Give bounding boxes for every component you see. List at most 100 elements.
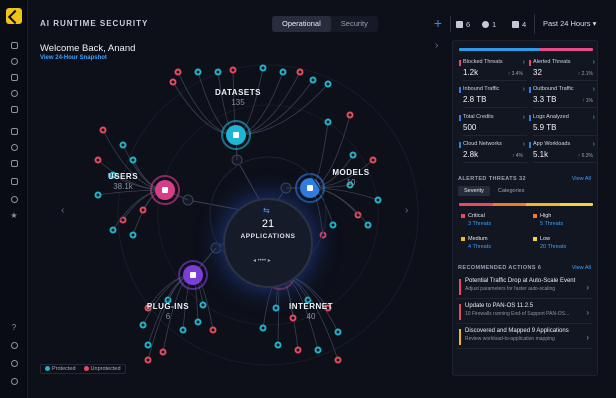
logo-icon[interactable] (6, 8, 22, 24)
metric-card[interactable]: Total Credits 500 › (459, 114, 527, 136)
chevron-right-icon: › (522, 114, 525, 121)
leaf-node-core (96, 193, 100, 197)
info-icon[interactable] (8, 375, 20, 387)
action-title: Update to PAN-OS 11.2.5 (465, 303, 534, 309)
summary-panel: Blocked Threats 1.2k ↑ 3.4% › Alerted Threat… (452, 40, 598, 376)
recommended-view-all-link[interactable]: View All (572, 265, 591, 271)
severity-item[interactable]: High 5 Threats (533, 213, 597, 233)
applications-hub[interactable]: ⇆ 21 APPLICATIONS ◂ •••• ▸ (223, 198, 313, 288)
leaf-node-core (131, 158, 135, 162)
metric-marker (459, 115, 461, 121)
severity-threats-link[interactable]: 3 Threats (468, 221, 525, 227)
shield-counter[interactable]: 4 (512, 16, 526, 32)
metric-card[interactable]: Inbound Traffic 2.8 TB › (459, 86, 527, 108)
shield-icon[interactable] (8, 125, 20, 137)
metric-delta: ↑ 2.1% (577, 71, 593, 77)
metric-card[interactable]: Cloud Networks 2.8k ↑ 4% › (459, 141, 527, 163)
app-window: ★ ? AI RUNTIME SECURITY Operational Secu… (0, 0, 616, 398)
metric-delta: ↑ 4% (511, 153, 523, 159)
metric-card[interactable]: Alerted Threats 32 ↑ 2.1% › (529, 59, 597, 81)
leaf-node-core (281, 70, 285, 74)
metric-card[interactable]: Blocked Threats 1.2k ↑ 3.4% › (459, 59, 527, 81)
settings-icon[interactable] (8, 193, 20, 205)
gear-icon[interactable] (8, 141, 20, 153)
chevron-right-icon[interactable]: › (405, 205, 408, 216)
severity-item[interactable]: Medium 4 Threats (461, 236, 525, 256)
leaf-node-core (348, 113, 352, 117)
leaf-node-core (351, 153, 355, 157)
metric-label: Alerted Threats (533, 59, 571, 65)
metric-card[interactable]: Logs Analyzed 5.9 TB › (529, 114, 597, 136)
help-icon[interactable]: ? (8, 321, 20, 333)
action-subtitle: 10 Firewalls running End-of Support PAN-… (465, 311, 570, 317)
severity-label: Medium (461, 236, 525, 242)
app-title: AI RUNTIME SECURITY (40, 19, 149, 28)
leaf-node-core (181, 328, 185, 332)
metric-label: Inbound Traffic (463, 86, 500, 92)
recommended-action[interactable]: Update to PAN-OS 11.2.5 10 Firewalls runn… (457, 302, 593, 324)
group-glyph (307, 185, 313, 191)
leaf-node-core (376, 198, 380, 202)
leaf-node-core (326, 82, 330, 86)
metric-label: Blocked Threats (463, 59, 503, 65)
chevron-right-icon: › (586, 308, 589, 317)
leaf-node-core (201, 303, 205, 307)
binoculars-icon[interactable] (8, 87, 20, 99)
metric-marker (529, 87, 531, 93)
leaf-node-core (121, 143, 125, 147)
tab-operational[interactable]: Operational (272, 16, 331, 32)
action-title: Potential Traffic Drop at Auto-Scale Eve… (465, 278, 576, 284)
metric-value: 500 (463, 123, 477, 132)
metric-label: Logs Analyzed (533, 114, 569, 120)
chevron-right-icon: › (592, 114, 595, 121)
list-icon[interactable] (8, 157, 20, 169)
leaf-node-core (326, 120, 330, 124)
grid-icon[interactable] (8, 103, 20, 115)
activity-icon[interactable] (8, 55, 20, 67)
chevron-right-icon: › (592, 59, 595, 66)
user-icon[interactable] (8, 357, 20, 369)
add-button[interactable]: + (430, 16, 446, 32)
recommended-action[interactable]: Potential Traffic Drop at Auto-Scale Eve… (457, 277, 593, 299)
leaf-node-core (231, 68, 235, 72)
severity-threats-link[interactable]: 5 Threats (540, 221, 597, 227)
action-subtitle: Review workload-to-application mapping (465, 336, 555, 342)
group-label-internet: INTERNET 40 (289, 302, 333, 321)
cloud-counter[interactable]: 1 (482, 16, 496, 32)
metric-label: App Workloads (533, 141, 571, 147)
metric-card[interactable]: App Workloads 5.1k ↑ 6.3% › (529, 141, 597, 163)
time-range-select[interactable]: Past 24 Hours ▾ (534, 14, 614, 34)
metric-delta: ↑ 6.3% (577, 153, 593, 159)
alerted-view-all-link[interactable]: View All (572, 176, 591, 182)
recommended-action[interactable]: Discovered and Mapped 9 Applications Revi… (457, 327, 593, 349)
collapse-panel-icon[interactable]: › (435, 40, 438, 51)
chevron-left-icon[interactable]: ‹ (61, 205, 64, 216)
metric-card[interactable]: Outbound Traffic 3.3 TB ↑ 1% › (529, 86, 597, 108)
carousel-pager[interactable]: ◂ •••• ▸ (253, 257, 271, 264)
severity-threats-link[interactable]: 4 Threats (468, 244, 525, 250)
chevron-right-icon: › (592, 86, 595, 93)
tab-security[interactable]: Security (331, 16, 378, 32)
status-bar (459, 48, 593, 51)
leaf-node-core (101, 128, 105, 132)
severity-threats-link[interactable]: 20 Threats (540, 244, 597, 250)
leaf-node-core (261, 326, 265, 330)
leaf-node-core (131, 233, 135, 237)
severity-item[interactable]: Critical 3 Threats (461, 213, 525, 233)
metric-marker (459, 142, 461, 148)
bell-icon[interactable] (8, 339, 20, 351)
tab-severity[interactable]: Severity (458, 186, 490, 196)
dashboard-icon[interactable] (8, 39, 20, 51)
table-icon[interactable] (8, 175, 20, 187)
metric-marker (459, 87, 461, 93)
tab-categories[interactable]: Categories (492, 186, 531, 196)
leaf-node-core (161, 350, 165, 354)
tasks-counter[interactable]: 6 (456, 16, 470, 32)
leaf-node-core (171, 80, 175, 84)
metric-marker (459, 60, 461, 66)
alerted-threats-title: ALERTED THREATS 32 (458, 176, 526, 182)
star-icon[interactable]: ★ (8, 209, 20, 221)
severity-item[interactable]: Low 20 Threats (533, 236, 597, 256)
cloud-icon (482, 20, 489, 28)
alert-icon[interactable] (8, 71, 20, 83)
